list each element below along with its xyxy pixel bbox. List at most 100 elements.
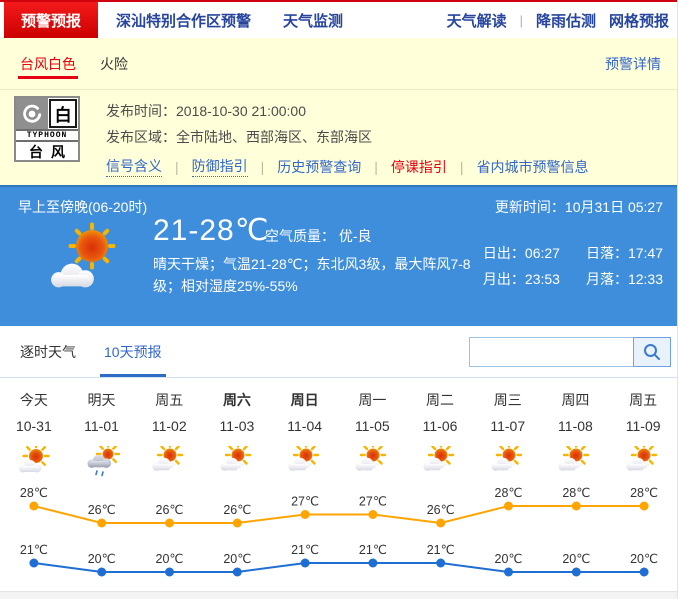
data-point <box>97 519 106 528</box>
day-name: 周三 <box>474 390 542 418</box>
sun-moon-times: 日出：06:27 日落：17:47 月出：23:53 月落：12:33 <box>483 243 663 289</box>
warning-link-2[interactable]: 历史预警查询 <box>277 157 361 177</box>
warning-link-0[interactable]: 信号含义 <box>106 156 162 177</box>
warning-info-panel: 白 TYPHOON 台风 发布时间：2018-10-30 21:00:00 发布… <box>0 90 677 185</box>
day-date: 11-01 <box>68 418 136 446</box>
day-date: 11-06 <box>406 418 474 446</box>
weather-description: 晴天干燥；气温21-28℃；东北风3级，最大阵风7-8级；相对湿度25%-55% <box>153 253 498 297</box>
typhoon-en-label: TYPHOON <box>16 129 78 142</box>
warning-type-strip: 台风白色火险 预警详情 <box>0 38 677 90</box>
day-date: 11-03 <box>203 418 271 446</box>
warning-link-1[interactable]: 防御指引 <box>192 156 248 177</box>
warning-level-char: 白 <box>49 99 77 128</box>
data-label: 20℃ <box>88 552 116 566</box>
data-label: 21℃ <box>359 543 387 557</box>
update-time-label: 更新时间：10月31日 05:27 <box>495 197 663 217</box>
sun-clouds-icon <box>217 446 257 478</box>
link-divider: | <box>374 159 378 175</box>
warning-tab-0[interactable]: 台风白色 <box>20 38 76 89</box>
forecast-day-column-7[interactable]: 周三 11-07 <box>474 390 542 480</box>
sun-moon-item-3: 月落：12:33 <box>586 269 663 289</box>
data-label: 21℃ <box>427 543 455 557</box>
warning-link-4[interactable]: 省内城市预警信息 <box>477 157 589 177</box>
data-label: 20℃ <box>495 552 523 566</box>
top-tab-1[interactable]: 天气监测 <box>283 10 343 31</box>
forecast-day-column-3[interactable]: 周六 11-03 <box>203 390 271 480</box>
top-right-link-0[interactable]: 天气解读 <box>447 10 507 31</box>
day-date: 11-09 <box>609 418 677 446</box>
warning-links: 信号含义|防御指引|历史预警查询|停课指引|省内城市预警信息 <box>106 156 589 177</box>
data-point <box>436 559 445 568</box>
day-name: 周四 <box>542 390 610 418</box>
data-label: 20℃ <box>562 552 590 566</box>
publish-area-row: 发布区域：全市陆地、西部海区、东部海区 <box>106 124 589 150</box>
day-name: 明天 <box>68 390 136 418</box>
sun-moon-item-0: 日出：06:27 <box>483 243 560 263</box>
ten-day-forecast-grid: 今天 10-31 明天 11-01 周五 11-02 <box>0 378 677 480</box>
data-point <box>572 568 581 577</box>
data-point <box>97 568 106 577</box>
top-tab-0[interactable]: 深汕特别合作区预警 <box>116 10 251 31</box>
day-name: 周一 <box>338 390 406 418</box>
day-date: 11-02 <box>135 418 203 446</box>
forecast-day-column-0[interactable]: 今天 10-31 <box>0 390 68 480</box>
forecast-tab-1[interactable]: 10天预报 <box>104 326 162 377</box>
data-label: 20℃ <box>630 552 658 566</box>
tab-warning-forecast[interactable]: 预警预报 <box>4 2 98 38</box>
top-right-link-2[interactable]: 网格预报 <box>609 10 669 31</box>
search-bar <box>469 337 671 367</box>
typhoon-warning-icon: 白 TYPHOON 台风 <box>14 96 80 162</box>
nav-divider: | <box>520 13 523 28</box>
typhoon-spiral-icon <box>16 98 48 129</box>
data-label: 20℃ <box>156 552 184 566</box>
link-divider: | <box>460 159 464 175</box>
sun-clouds-icon <box>623 446 663 478</box>
day-name: 周二 <box>406 390 474 418</box>
search-input[interactable] <box>469 337 633 367</box>
warning-detail-link[interactable]: 预警详情 <box>605 54 661 74</box>
sun-moon-item-1: 日落：17:47 <box>586 243 663 263</box>
top-nav: 预警预报 深汕特别合作区预警 天气监测 天气解读 | 降雨估测网格预报 <box>0 0 677 38</box>
day-name: 周五 <box>135 390 203 418</box>
warning-link-3[interactable]: 停课指引 <box>391 157 447 177</box>
search-button[interactable] <box>633 337 671 367</box>
top-right-link-1[interactable]: 降雨估测 <box>536 10 596 31</box>
forecast-tab-0[interactable]: 逐时天气 <box>20 326 76 377</box>
day-date: 10-31 <box>0 418 68 446</box>
warning-tab-1[interactable]: 火险 <box>100 38 128 89</box>
sun-cloud-icon <box>14 446 54 478</box>
sun-clouds-icon <box>488 446 528 478</box>
data-point <box>640 502 649 511</box>
forecast-day-column-8[interactable]: 周四 11-08 <box>542 390 610 480</box>
day-name: 周五 <box>609 390 677 418</box>
sun-clouds-icon <box>555 446 595 478</box>
forecast-day-column-6[interactable]: 周二 11-06 <box>406 390 474 480</box>
current-weather-panel: 早上至傍晚(06-20时) 更新时间：10月31日 05:27 21-28℃ 空… <box>0 185 677 326</box>
weather-warning-page: 预警预报 深汕特别合作区预警 天气监测 天气解读 | 降雨估测网格预报 台风白色火险 … <box>0 0 678 599</box>
data-point <box>165 519 174 528</box>
forecast-day-column-4[interactable]: 周日 11-04 <box>271 390 339 480</box>
forecast-day-column-5[interactable]: 周一 11-05 <box>338 390 406 480</box>
sun-moon-item-2: 月出：23:53 <box>483 269 560 289</box>
day-date: 11-07 <box>474 418 542 446</box>
data-point <box>29 502 38 511</box>
data-label: 27℃ <box>291 495 319 509</box>
data-label: 20℃ <box>223 552 251 566</box>
publish-time-value: 2018-10-30 21:00:00 <box>176 103 306 119</box>
temperature-chart-svg: 28℃26℃26℃26℃27℃27℃26℃28℃28℃28℃21℃20℃20℃2… <box>0 480 678 599</box>
day-name: 今天 <box>0 390 68 418</box>
sun-clouds-icon <box>285 446 325 478</box>
forecast-day-column-9[interactable]: 周五 11-09 <box>609 390 677 480</box>
warning-tabs: 台风白色火险 <box>20 38 152 89</box>
day-date: 11-08 <box>542 418 610 446</box>
data-point <box>640 568 649 577</box>
data-point <box>233 568 242 577</box>
forecast-day-column-2[interactable]: 周五 11-02 <box>135 390 203 480</box>
forecast-day-column-1[interactable]: 明天 11-01 <box>68 390 136 480</box>
data-point <box>368 510 377 519</box>
current-weather-icon <box>36 221 136 302</box>
data-label: 21℃ <box>20 543 48 557</box>
day-name: 周六 <box>203 390 271 418</box>
publish-time-row: 发布时间：2018-10-30 21:00:00 <box>106 98 589 124</box>
forecast-period-label: 早上至傍晚(06-20时) <box>18 197 147 217</box>
